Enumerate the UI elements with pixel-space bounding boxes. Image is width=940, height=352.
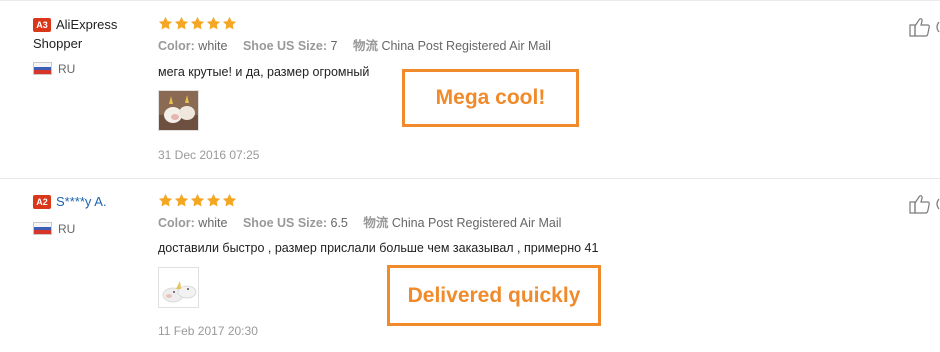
star-icon xyxy=(190,16,205,30)
star-icon xyxy=(158,16,173,30)
star-icon xyxy=(222,16,237,30)
slipper-photo-icon xyxy=(159,91,198,130)
color-value: white xyxy=(198,216,228,230)
shipping-value: China Post Registered Air Mail xyxy=(381,39,551,53)
size-value: 6.5 xyxy=(330,216,348,230)
review-item-1: A3 AliExpress Shopper RU Color: white Sh… xyxy=(0,0,940,178)
review-photo-thumbnail[interactable] xyxy=(158,267,199,308)
reviewer-country: RU xyxy=(58,62,76,76)
color-label: Color: xyxy=(158,216,195,230)
reviewer-name[interactable]: AliExpress xyxy=(56,16,117,34)
size-label: Shoe US Size: xyxy=(242,39,328,53)
reviewer-country: RU xyxy=(58,222,76,236)
partial-counter-icon xyxy=(936,21,940,33)
buyer-level-badge: A2 xyxy=(33,195,51,209)
shipping-label: 物流 xyxy=(352,39,378,53)
reviewer-name[interactable]: S****y A. xyxy=(56,193,107,211)
thumbs-up-icon[interactable] xyxy=(909,17,931,37)
slipper-photo-icon xyxy=(159,268,198,307)
russia-flag-icon xyxy=(33,222,52,235)
star-rating xyxy=(158,16,237,31)
star-icon xyxy=(206,193,221,207)
review-date: 11 Feb 2017 20:30 xyxy=(158,324,258,338)
star-rating xyxy=(158,193,237,208)
shipping-label: 物流 xyxy=(363,216,389,230)
star-icon xyxy=(206,16,221,30)
review-item-2: A2 S****y A. RU Color: white Shoe US Siz… xyxy=(0,179,940,352)
star-icon xyxy=(174,16,189,30)
partial-counter-icon xyxy=(936,198,940,210)
review-comment: доставили быстро , размер прислали больш… xyxy=(158,241,599,255)
color-label: Color: xyxy=(158,39,195,53)
review-comment: мега крутые! и да, размер огромный xyxy=(158,65,370,79)
reviewer-name-line2[interactable]: Shopper xyxy=(33,35,82,53)
color-value: white xyxy=(198,39,228,53)
review-photo-thumbnail[interactable] xyxy=(158,90,199,131)
star-icon xyxy=(222,193,237,207)
review-date: 31 Dec 2016 07:25 xyxy=(158,148,260,162)
size-value: 7 xyxy=(330,39,338,53)
order-attributes: Color: white Shoe US Size: 7 物流 China Po… xyxy=(158,38,551,54)
russia-flag-icon xyxy=(33,62,52,75)
annotation-callout: Delivered quickly xyxy=(387,265,601,326)
shipping-value: China Post Registered Air Mail xyxy=(391,216,562,230)
star-icon xyxy=(158,193,173,207)
star-icon xyxy=(174,193,189,207)
annotation-callout: Mega cool! xyxy=(402,69,579,127)
thumbs-up-icon[interactable] xyxy=(909,194,931,214)
star-icon xyxy=(190,193,205,207)
size-label: Shoe US Size: xyxy=(242,216,328,230)
buyer-level-badge: A3 xyxy=(33,18,51,32)
order-attributes: Color: white Shoe US Size: 6.5 物流 China … xyxy=(158,215,561,231)
